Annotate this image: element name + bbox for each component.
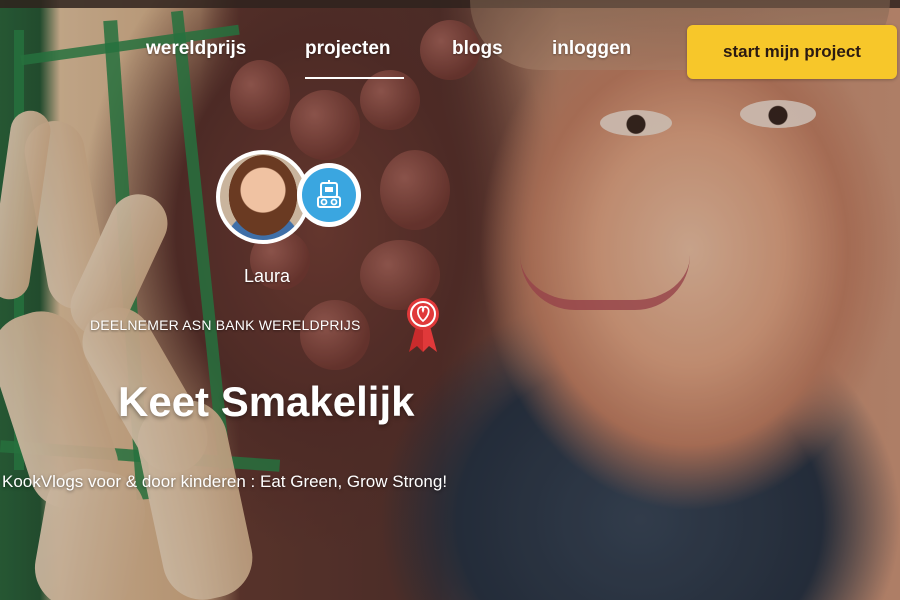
nav-link-blogs[interactable]: blogs bbox=[452, 38, 503, 60]
nav-link-wereldprijs[interactable]: wereldprijs bbox=[146, 38, 246, 60]
prize-participant-label: DEELNEMER ASN BANK WERELDPRIJS bbox=[90, 317, 361, 333]
nav-link-projecten[interactable]: projecten bbox=[305, 38, 391, 60]
start-project-button[interactable]: start mijn project bbox=[687, 25, 897, 79]
award-ribbon-icon bbox=[407, 298, 439, 352]
avatar[interactable] bbox=[216, 150, 310, 244]
project-subtitle: KookVlogs voor & door kinderen : Eat Gre… bbox=[2, 472, 448, 491]
nav-active-underline bbox=[305, 77, 404, 79]
role-badge bbox=[297, 163, 361, 227]
robot-icon bbox=[302, 168, 356, 222]
project-title: Keet Smakelijk bbox=[118, 378, 415, 425]
nav-link-inloggen[interactable]: inloggen bbox=[552, 38, 631, 60]
user-name[interactable]: Laura bbox=[220, 266, 314, 287]
top-navigation: wereldprijs projecten blogs inloggen sta… bbox=[0, 0, 900, 100]
